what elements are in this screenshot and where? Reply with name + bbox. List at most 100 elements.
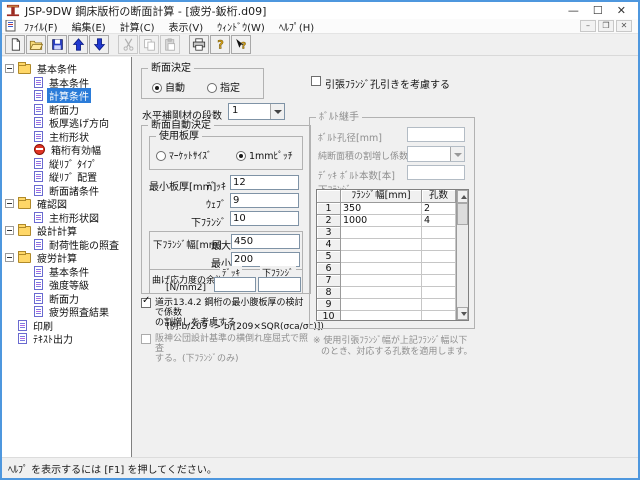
flange-width-max-field[interactable]	[231, 234, 300, 249]
no-entry-icon	[34, 144, 45, 155]
move-up-button[interactable]	[68, 35, 88, 54]
web-check-example: (例:b/209 -> b/[209×SQR(σca/σc)])	[166, 319, 324, 332]
table-row[interactable]: 210004	[317, 215, 456, 227]
print-button[interactable]	[189, 35, 209, 54]
tree-item[interactable]: 印刷	[2, 319, 131, 333]
tree-item[interactable]: 主桁形状図	[2, 211, 131, 225]
section-decision-group: 断面決定 自動 指定	[141, 68, 264, 99]
tree-item[interactable]: 縦ﾘﾌﾞ ﾀｲﾌﾟ	[2, 157, 131, 171]
plate-thickness-group: 使用板厚 ﾏｰｹｯﾄｻｲｽﾞ 1mmﾋﾟｯﾁ	[149, 136, 303, 170]
horizontal-stiffener-select[interactable]: 1	[228, 103, 285, 120]
section-decision-title: 断面決定	[148, 62, 194, 75]
chevron-down-icon[interactable]	[270, 104, 284, 119]
scroll-up-icon[interactable]	[457, 190, 468, 203]
hanshin-checkbox: 阪神公団設計基準の横倒れ座屈式で照査する。(下ﾌﾗﾝｼﾞのみ)	[141, 334, 309, 364]
tree-item[interactable]: 強度等級	[2, 278, 131, 292]
radio-market-size[interactable]: ﾏｰｹｯﾄｻｲｽﾞ	[156, 148, 212, 162]
table-row[interactable]: 8	[317, 287, 456, 299]
hole-reduction-checkbox[interactable]: 引張ﾌﾗﾝｼﾞ孔引きを考慮する	[311, 76, 450, 91]
tree-item[interactable]: 断面力	[2, 292, 131, 306]
open-button[interactable]	[26, 35, 46, 54]
tree-item-selected[interactable]: 計算条件	[2, 89, 131, 103]
margin-deck-field[interactable]	[214, 277, 256, 292]
table-row[interactable]: 13502	[317, 203, 456, 215]
checkbox-checked-icon[interactable]	[141, 298, 151, 308]
tree-item-folder[interactable]: 疲労計算	[2, 251, 131, 265]
checkbox-icon[interactable]	[311, 76, 321, 86]
document-icon	[34, 293, 43, 304]
flange-width-min-field[interactable]	[231, 252, 300, 267]
document-icon	[34, 266, 43, 277]
minimize-icon[interactable]: —	[568, 3, 579, 18]
copy-button	[139, 35, 159, 54]
document-icon	[34, 212, 43, 223]
flange-thickness-field[interactable]	[230, 211, 299, 226]
collapse-toggle-icon[interactable]	[5, 64, 14, 73]
table-row[interactable]: 7	[317, 275, 456, 287]
content-area: 基本条件 基本条件 計算条件 断面力 板厚逃げ方向 主桁形状 箱桁有効幅 縦ﾘﾌ…	[2, 57, 638, 457]
tree-item[interactable]: 基本条件	[2, 76, 131, 90]
margin-flange-field[interactable]	[258, 277, 301, 292]
deck-bolt-count-field	[407, 165, 465, 180]
deck-label: ﾃﾞｯｷ	[186, 178, 226, 193]
web-thickness-field[interactable]	[230, 193, 299, 208]
radio-auto[interactable]: 自動	[152, 79, 185, 94]
save-button[interactable]	[47, 35, 67, 54]
close-icon[interactable]: ✕	[617, 3, 626, 18]
child-close-icon[interactable]: ✕	[616, 20, 632, 32]
new-button[interactable]	[5, 35, 25, 54]
tree-item[interactable]: 耐荷性能の照査	[2, 238, 131, 252]
table-row[interactable]: 10	[317, 311, 456, 321]
document-icon	[34, 158, 43, 169]
table-row[interactable]: 3	[317, 227, 456, 239]
table-row[interactable]: 9	[317, 299, 456, 311]
collapse-toggle-icon[interactable]	[5, 253, 14, 262]
tree-item[interactable]: ﾃｷｽﾄ出力	[2, 332, 131, 346]
radio-auto-icon[interactable]	[152, 83, 162, 93]
move-down-button[interactable]	[89, 35, 109, 54]
about-button[interactable]: ?	[210, 35, 230, 54]
tree-item[interactable]: 主桁形状	[2, 130, 131, 144]
tree-item[interactable]: 箱桁有効幅	[2, 143, 131, 157]
table-scrollbar[interactable]	[456, 190, 468, 320]
radio-1mm-icon[interactable]	[236, 151, 246, 161]
document-icon	[34, 279, 43, 290]
menu-edit[interactable]: 編集(E)	[65, 19, 113, 34]
maximize-icon[interactable]: ☐	[593, 3, 603, 18]
tree-item-folder[interactable]: 設計計算	[2, 224, 131, 238]
status-bar: ﾍﾙﾌﾟ を表示するには [F1] を押してください。	[2, 457, 638, 478]
scroll-down-icon[interactable]	[457, 307, 468, 320]
document-icon	[34, 104, 43, 115]
tree-item[interactable]: 断面諸条件	[2, 184, 131, 198]
tree-item[interactable]: 板厚逃げ方向	[2, 116, 131, 130]
menu-window[interactable]: ｳｨﾝﾄﾞｳ(W)	[210, 19, 272, 34]
tree-item-folder[interactable]: 確認図	[2, 197, 131, 211]
radio-market-icon[interactable]	[156, 151, 166, 161]
menu-view[interactable]: 表示(V)	[161, 19, 210, 34]
tree-item[interactable]: 断面力	[2, 103, 131, 117]
paste-button	[160, 35, 180, 54]
table-row[interactable]: 6	[317, 263, 456, 275]
context-help-button[interactable]: ?	[231, 35, 251, 54]
radio-manual-icon[interactable]	[207, 83, 217, 93]
child-minimize-icon[interactable]: –	[580, 20, 596, 32]
status-text: ﾍﾙﾌﾟ を表示するには [F1] を押してください。	[8, 461, 217, 476]
flange-hole-table[interactable]: ﾌﾗﾝｼﾞ幅[mm] 孔数 13502 210004 3 4 5 6 7 8 9…	[316, 189, 469, 321]
child-restore-icon[interactable]: ❐	[598, 20, 614, 32]
deck-thickness-field[interactable]	[230, 175, 299, 190]
radio-1mm-pitch[interactable]: 1mmﾋﾟｯﾁ	[236, 148, 293, 162]
table-row[interactable]: 5	[317, 251, 456, 263]
menu-help[interactable]: ﾍﾙﾌﾟ(H)	[272, 19, 321, 34]
menu-calc[interactable]: 計算(C)	[113, 19, 162, 34]
scrollbar-thumb[interactable]	[457, 203, 468, 225]
table-row[interactable]: 4	[317, 239, 456, 251]
toolbar: ? ?	[2, 34, 638, 56]
tree-item[interactable]: 縦ﾘﾌﾞ 配置	[2, 170, 131, 184]
tree-item[interactable]: 疲労照査結果	[2, 305, 131, 319]
radio-manual[interactable]: 指定	[207, 79, 240, 94]
tree-item[interactable]: 基本条件	[2, 265, 131, 279]
menu-file[interactable]: ﾌｧｲﾙ(F)	[17, 19, 65, 34]
tree-item-folder[interactable]: 基本条件	[2, 62, 131, 76]
collapse-toggle-icon[interactable]	[5, 226, 14, 235]
collapse-toggle-icon[interactable]	[5, 199, 14, 208]
